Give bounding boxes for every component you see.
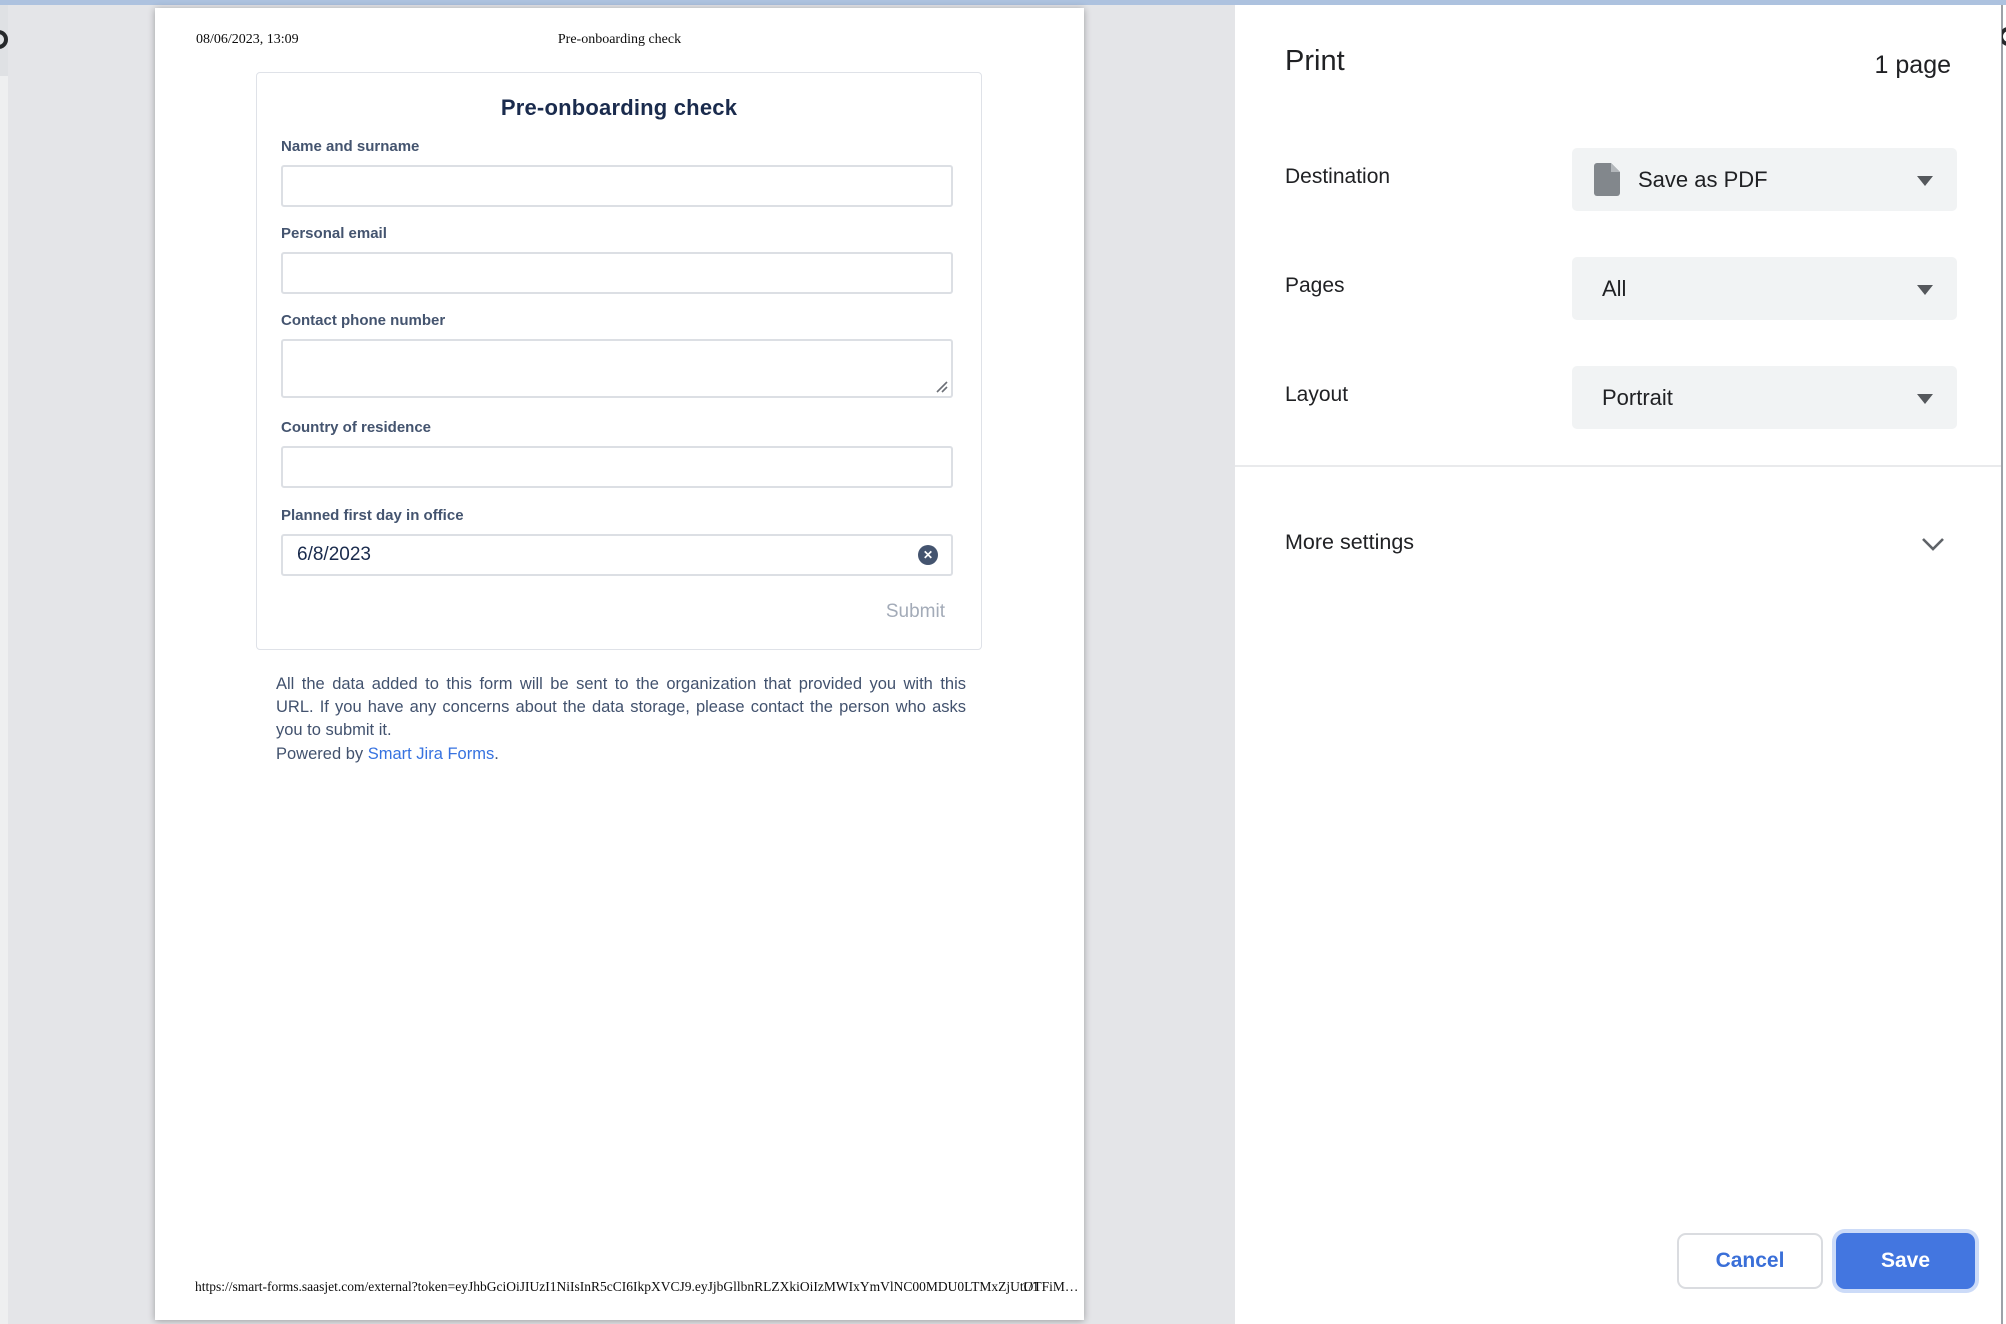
more-settings-toggle[interactable]: More settings xyxy=(1235,505,2006,575)
destination-value: Save as PDF xyxy=(1638,148,1768,211)
field-label-phone: Contact phone number xyxy=(281,312,445,329)
powered-by-line: Powered by Smart Jira Forms. xyxy=(276,745,499,764)
form-disclaimer: All the data added to this form will be … xyxy=(276,673,966,742)
name-input[interactable] xyxy=(281,165,953,207)
clipped-background-glyph-right xyxy=(2002,5,2006,65)
disclaimer-line: All the data added to this form will be … xyxy=(276,673,966,696)
pages-value: All xyxy=(1602,257,1626,320)
clear-circle-icon[interactable]: ✕ xyxy=(918,545,938,565)
first-day-date-input[interactable]: 6/8/2023 ✕ xyxy=(281,534,953,576)
print-settings-panel: Print 1 page Destination Save as PDF Pag… xyxy=(1235,5,2006,1324)
clipped-background-glyph xyxy=(0,30,8,49)
resize-handle-icon[interactable] xyxy=(934,379,948,393)
page-count-label: 1 page xyxy=(1875,51,1951,80)
window-right-edge xyxy=(2001,5,2006,1324)
disclaimer-line: you to submit it. xyxy=(276,719,966,742)
pdf-file-icon xyxy=(1594,163,1620,196)
chevron-down-icon xyxy=(1921,537,1945,551)
powered-by-suffix: . xyxy=(494,745,499,763)
submit-button[interactable]: Submit xyxy=(886,601,945,623)
page-header-title: Pre-onboarding check xyxy=(155,32,1084,48)
pages-label: Pages xyxy=(1285,274,1345,298)
clipped-background-glyph-right-arc xyxy=(2002,27,2006,46)
phone-textarea[interactable] xyxy=(281,339,953,398)
field-label-first-day: Planned first day in office xyxy=(281,507,464,524)
page-footer-url: https://smart-forms.saasjet.com/external… xyxy=(195,1279,1078,1295)
destination-dropdown[interactable]: Save as PDF xyxy=(1572,148,1957,211)
layout-value: Portrait xyxy=(1602,366,1673,429)
email-input[interactable] xyxy=(281,252,953,294)
powered-by-prefix: Powered by xyxy=(276,745,368,763)
panel-divider xyxy=(1235,465,2006,467)
print-dialog-title: Print xyxy=(1285,45,1345,78)
more-settings-label: More settings xyxy=(1285,530,1414,555)
caret-down-icon xyxy=(1917,285,1933,295)
smart-jira-forms-link[interactable]: Smart Jira Forms xyxy=(368,745,495,763)
print-preview-screen: 08/06/2023, 13:09 Pre-onboarding check P… xyxy=(0,0,2006,1324)
save-button[interactable]: Save xyxy=(1836,1233,1975,1289)
layout-label: Layout xyxy=(1285,383,1348,407)
caret-down-icon xyxy=(1917,394,1933,404)
field-label-name: Name and surname xyxy=(281,138,419,155)
layout-dropdown[interactable]: Portrait xyxy=(1572,366,1957,429)
print-preview-page: 08/06/2023, 13:09 Pre-onboarding check P… xyxy=(155,8,1084,1320)
destination-label: Destination xyxy=(1285,165,1390,189)
page-footer: https://smart-forms.saasjet.com/external… xyxy=(195,1279,1044,1297)
background-page-sliver-lower xyxy=(0,76,8,1324)
onboarding-form-card: Pre-onboarding check Name and surname Pe… xyxy=(256,72,982,650)
disclaimer-line: URL. If you have any concerns about the … xyxy=(276,696,966,719)
page-footer-page-indicator: 1/1 xyxy=(1022,1279,1039,1295)
pages-dropdown[interactable]: All xyxy=(1572,257,1957,320)
background-page-sliver xyxy=(0,5,8,1324)
field-label-country: Country of residence xyxy=(281,419,431,436)
form-title: Pre-onboarding check xyxy=(257,95,981,121)
field-label-email: Personal email xyxy=(281,225,387,242)
country-input[interactable] xyxy=(281,446,953,488)
first-day-date-value: 6/8/2023 xyxy=(297,536,371,574)
cancel-button[interactable]: Cancel xyxy=(1677,1233,1823,1289)
caret-down-icon xyxy=(1917,176,1933,186)
window-right-edge-line xyxy=(2001,5,2003,1324)
